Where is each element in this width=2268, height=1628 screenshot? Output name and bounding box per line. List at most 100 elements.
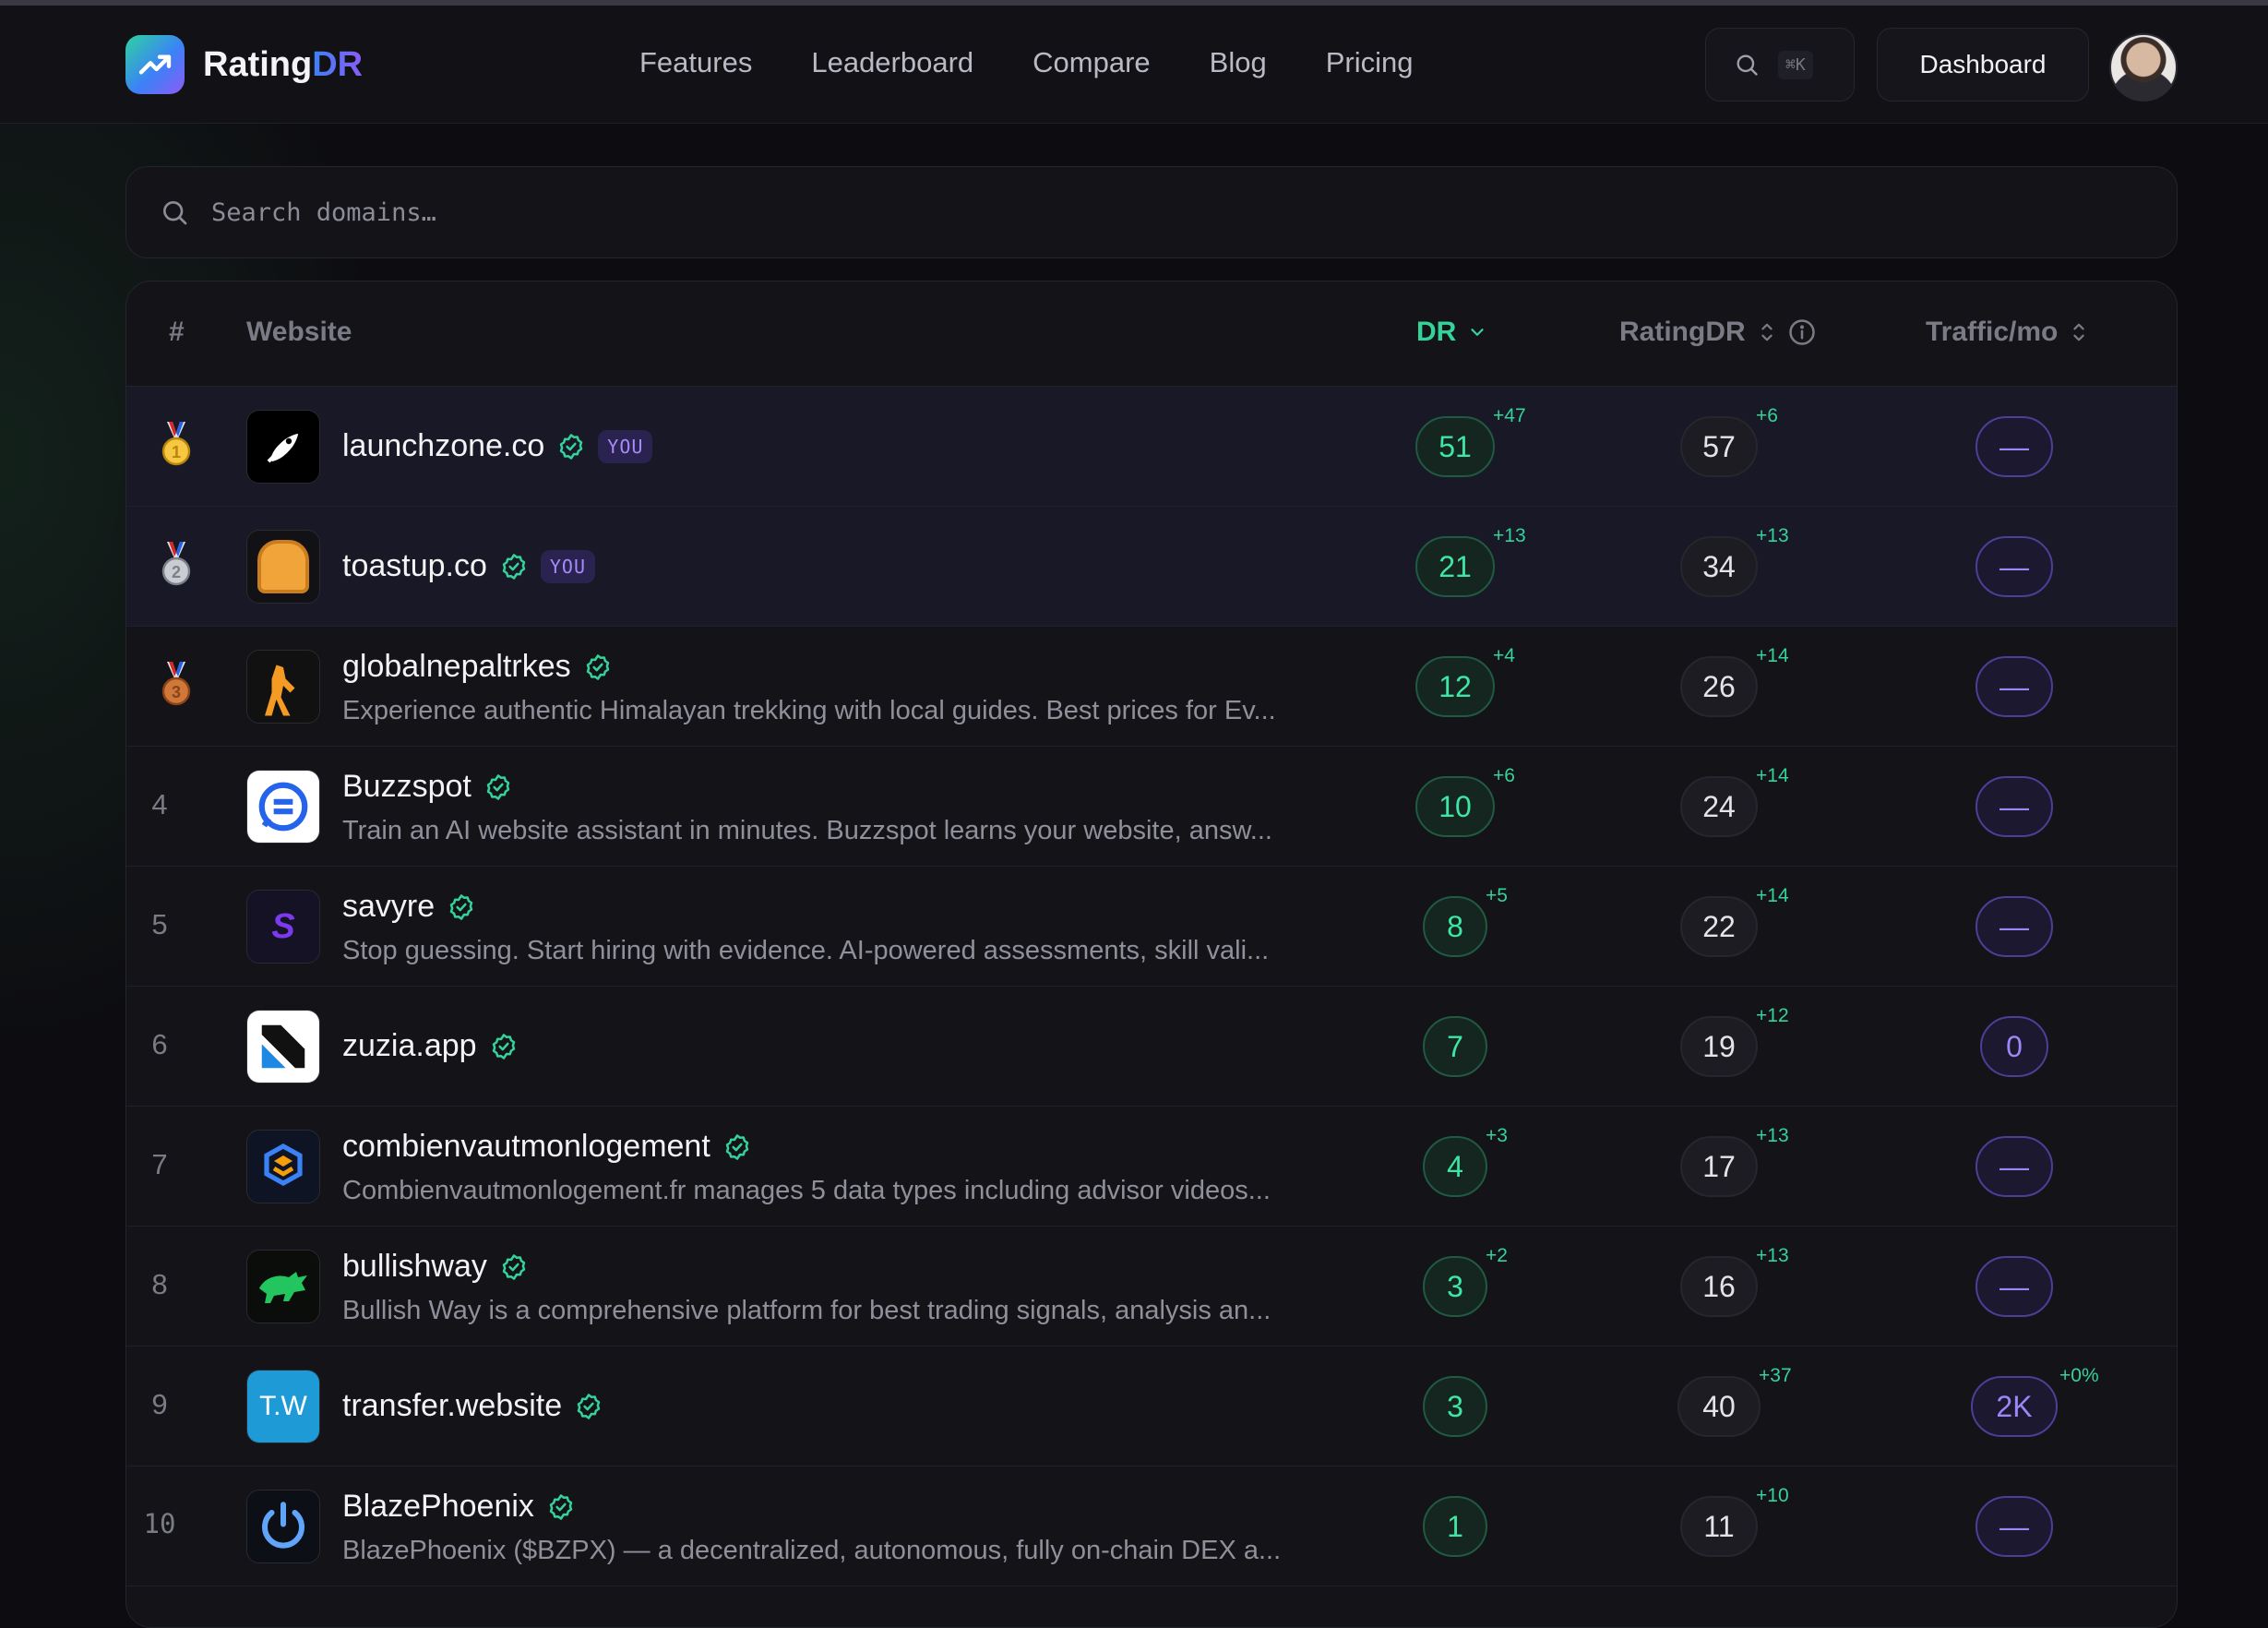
site-description: Combienvautmonlogement.fr manages 5 data…: [342, 1176, 1271, 1205]
site-info: BlazePhoenix BlazePhoenix ($BZPX) — a de…: [342, 1489, 1413, 1566]
site-description: Experience authentic Himalayan trekking …: [342, 696, 1276, 725]
site-name-link[interactable]: Buzzspot: [342, 769, 472, 805]
ratingdr-delta: +14: [1756, 645, 1789, 666]
site-description: BlazePhoenix ($BZPX) — a decentralized, …: [342, 1536, 1282, 1565]
ratingdr-delta: +10: [1756, 1485, 1789, 1506]
table-row[interactable]: 4 Buzzspot Train an AI website assistant…: [126, 747, 2177, 867]
site-name-line: transfer.website: [342, 1388, 1413, 1424]
traffic-value: 0: [1980, 1016, 2048, 1077]
site-name-link[interactable]: zuzia.app: [342, 1028, 477, 1064]
zuzia-logo-icon[interactable]: [246, 1010, 320, 1083]
site-name-line: savyre: [342, 889, 1413, 925]
site-info: toastup.co YOU: [342, 548, 1413, 584]
rank-number: 6: [151, 1028, 168, 1060]
dr-score: 21: [1415, 536, 1495, 597]
site-info: zuzia.app: [342, 1028, 1413, 1064]
shortcut-hint: ⌘K: [1778, 50, 1813, 79]
table-row[interactable]: 10 BlazePhoenix BlazePhoenix ($BZPX) — a…: [126, 1466, 2177, 1586]
site-name-link[interactable]: toastup.co: [342, 548, 487, 584]
verified-icon: [725, 1133, 749, 1160]
table-row[interactable]: 1 launchzone.co YOU 51 +47 57 +6 —: [126, 387, 2177, 507]
site-name-line: toastup.co YOU: [342, 548, 1413, 584]
site-info: Buzzspot Train an AI website assistant i…: [342, 769, 1413, 846]
tw-logo-icon[interactable]: T.W: [246, 1370, 320, 1443]
col-dr-sort[interactable]: DR: [1416, 317, 1487, 348]
menu-compare[interactable]: Compare: [1033, 46, 1151, 79]
site-name-line: launchzone.co YOU: [342, 428, 1413, 464]
site-name-link[interactable]: combienvautmonlogement: [342, 1129, 710, 1165]
table-row[interactable]: 8 bullishway Bullish Way is a comprehens…: [126, 1227, 2177, 1347]
dr-delta: +2: [1486, 1245, 1508, 1266]
traffic-value: 2K: [1971, 1376, 2058, 1437]
menu-blog[interactable]: Blog: [1210, 46, 1267, 79]
ratingdr-score: 17: [1680, 1136, 1758, 1197]
table-row[interactable]: 6 zuzia.app 7 19 +12 0: [126, 987, 2177, 1107]
rank-number: 8: [151, 1268, 168, 1300]
ratingdr-delta: +13: [1756, 1125, 1789, 1146]
traffic-delta: +0%: [2059, 1365, 2099, 1386]
col-website: Website: [246, 317, 352, 347]
toast-icon[interactable]: [246, 530, 320, 604]
dashboard-button[interactable]: Dashboard: [1877, 28, 2089, 102]
search-icon: [1737, 54, 1758, 76]
table-row[interactable]: 7 combienvautmonlogement Combienvautmonl…: [126, 1107, 2177, 1227]
rocket-icon[interactable]: [246, 410, 320, 484]
global-search-button[interactable]: ⌘K: [1705, 28, 1855, 102]
medal-rank: 2: [172, 563, 181, 581]
you-badge: YOU: [598, 429, 653, 463]
main-menu: Features Leaderboard Compare Blog Pricin…: [639, 46, 1413, 79]
dr-delta: +13: [1493, 525, 1526, 546]
trekker-icon[interactable]: [246, 650, 320, 724]
table-row[interactable]: 9 T.W transfer.website 3 40 +37 2K +0%: [126, 1347, 2177, 1466]
dr-delta: +5: [1486, 885, 1508, 906]
dr-delta: +47: [1493, 405, 1526, 426]
site-name-link[interactable]: transfer.website: [342, 1388, 562, 1424]
table-row[interactable]: 3 globalnepaltrkes Experience authentic …: [126, 627, 2177, 747]
menu-leaderboard[interactable]: Leaderboard: [811, 46, 973, 79]
ratingdr-score: 16: [1680, 1256, 1758, 1317]
rank-number: 4: [151, 788, 168, 820]
rank-number: 5: [151, 908, 168, 940]
cube-logo-icon[interactable]: [246, 1130, 320, 1203]
info-icon[interactable]: [1788, 318, 1816, 346]
site-name-line: globalnepaltrkes: [342, 649, 1413, 685]
dr-delta: +6: [1493, 765, 1515, 786]
site-name-link[interactable]: BlazePhoenix: [342, 1489, 534, 1525]
ratingdr-score: 11: [1680, 1496, 1758, 1557]
site-name-link[interactable]: savyre: [342, 889, 435, 925]
site-description: Bullish Way is a comprehensive platform …: [342, 1296, 1271, 1325]
dr-score: 51: [1415, 416, 1495, 477]
brand[interactable]: RatingDR: [125, 35, 363, 94]
site-name-line: combienvautmonlogement: [342, 1129, 1413, 1165]
site-name-link[interactable]: bullishway: [342, 1249, 487, 1285]
site-name-link[interactable]: launchzone.co: [342, 428, 544, 464]
traffic-value: —: [1976, 1256, 2053, 1317]
bull-icon[interactable]: [246, 1250, 320, 1323]
avatar[interactable]: [2109, 33, 2178, 102]
top-nav: RatingDR Features Leaderboard Compare Bl…: [0, 6, 2268, 124]
site-name-link[interactable]: globalnepaltrkes: [342, 649, 571, 685]
rank-number: 9: [151, 1388, 168, 1420]
menu-features[interactable]: Features: [639, 46, 752, 79]
domain-search-input[interactable]: [211, 185, 2177, 240]
dr-score: 10: [1415, 776, 1495, 837]
search-icon: [163, 201, 187, 225]
table-row[interactable]: 5 S savyre Stop guessing. Start hiring wi…: [126, 867, 2177, 987]
verified-icon: [502, 553, 526, 580]
rank-number: 10: [143, 1508, 176, 1539]
power-icon[interactable]: [246, 1490, 320, 1563]
table-row[interactable]: 2 toastup.co YOU 21 +13 34 +13—: [126, 507, 2177, 627]
col-traffic-sort[interactable]: Traffic/mo: [1926, 317, 2089, 348]
chat-bubble-icon[interactable]: [246, 770, 320, 844]
ratingdr-score: 57: [1680, 416, 1758, 477]
verified-icon: [577, 1393, 601, 1419]
dr-delta: +4: [1493, 645, 1515, 666]
you-badge: YOU: [540, 549, 596, 583]
ratingdr-delta: +14: [1756, 765, 1789, 786]
verified-icon: [492, 1033, 515, 1059]
verified-icon: [502, 1253, 526, 1280]
savyre-logo-icon[interactable]: S: [246, 890, 320, 964]
chevron-down-icon: [1471, 329, 1484, 336]
col-ratingdr-sort[interactable]: RatingDR: [1619, 317, 1816, 348]
menu-pricing[interactable]: Pricing: [1326, 46, 1414, 79]
